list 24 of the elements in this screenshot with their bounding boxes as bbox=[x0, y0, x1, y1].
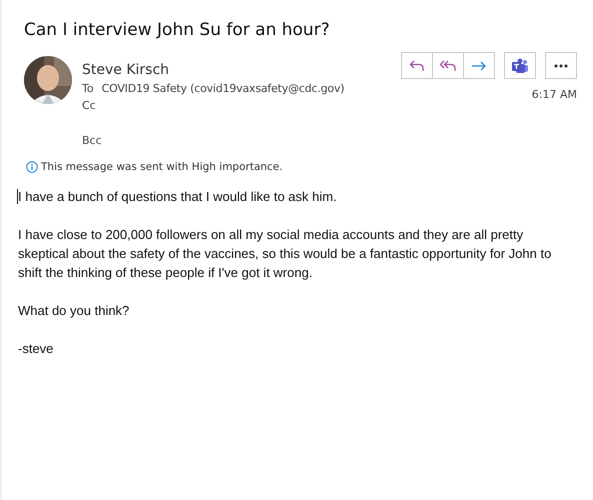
body-paragraph: -steve bbox=[18, 340, 54, 358]
recipient-label: To bbox=[82, 82, 94, 95]
reply-button[interactable] bbox=[401, 52, 433, 79]
recipient-label: Cc bbox=[82, 99, 96, 112]
reply-all-icon bbox=[439, 58, 457, 72]
forward-button[interactable] bbox=[463, 52, 495, 79]
reply-icon bbox=[409, 58, 425, 72]
body-paragraph: What do you think? bbox=[18, 302, 130, 320]
sent-time: 6:17 AM bbox=[532, 88, 577, 101]
importance-notice: This message was sent with High importance. bbox=[41, 161, 283, 173]
forward-icon bbox=[471, 60, 487, 72]
reply-all-button[interactable] bbox=[432, 52, 464, 79]
email-subject: Can I interview John Su for an hour? bbox=[23, 19, 331, 40]
text-cursor bbox=[17, 189, 18, 204]
more-icon bbox=[554, 64, 568, 68]
recipient-value: COVID19 Safety (covid19vaxsafety@cdc.gov) bbox=[102, 82, 344, 95]
teams-icon bbox=[511, 58, 529, 74]
recipient-label: Bcc bbox=[82, 134, 103, 147]
teams-button[interactable] bbox=[504, 52, 536, 79]
sender-name: Steve Kirsch bbox=[82, 62, 170, 78]
body-paragraph: I have a bunch of questions that I would like to ask him. bbox=[18, 188, 338, 206]
info-icon bbox=[26, 161, 38, 173]
more-button[interactable] bbox=[545, 52, 577, 79]
body-paragraph: I have close to 200,000 followers on all my social media accounts and they are all pretty skeptical about the safety of the vaccines, so this would be a fantastic opportunity for John to shift the thinking of these people if I've got it wrong. bbox=[18, 226, 552, 282]
